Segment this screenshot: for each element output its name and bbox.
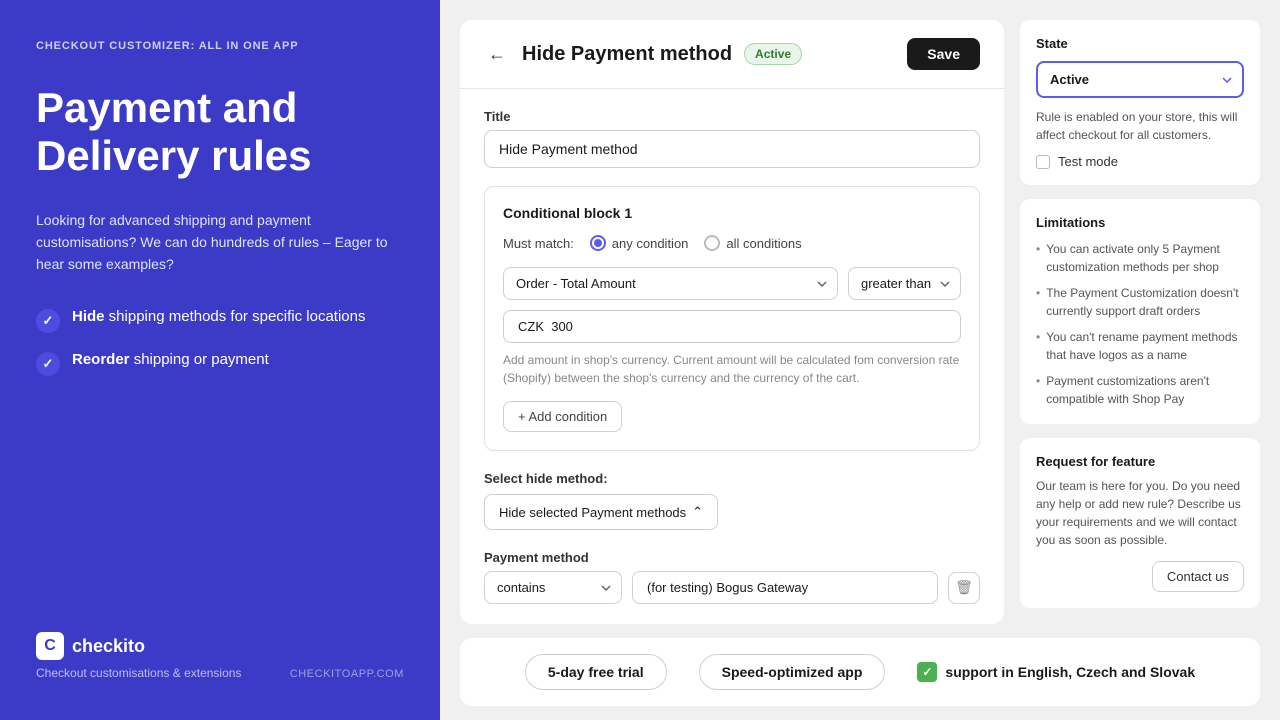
check-icon-2 — [36, 352, 60, 376]
any-condition-label: any condition — [612, 236, 689, 251]
hide-method-value: Hide selected Payment methods — [499, 505, 686, 520]
sidebar: CHECKOUT CUSTOMIZER: ALL IN ONE APP Paym… — [0, 0, 440, 720]
amount-hint: Add amount in shop's currency. Current a… — [503, 351, 961, 387]
sidebar-description: Looking for advanced shipping and paymen… — [36, 209, 404, 276]
form-panel: ← Hide Payment method Active Save Title … — [460, 20, 1004, 624]
main-content: ← Hide Payment method Active Save Title … — [440, 0, 1280, 720]
amount-input[interactable] — [503, 310, 961, 343]
form-header: ← Hide Payment method Active Save — [460, 20, 1004, 89]
state-title: State — [1036, 36, 1244, 51]
limitation-item-3: You can't rename payment methods that ha… — [1036, 328, 1244, 364]
right-panel: State Active Inactive Rule is enabled on… — [1020, 20, 1260, 624]
any-condition-radio[interactable] — [590, 235, 606, 251]
payment-method-input[interactable] — [632, 571, 938, 604]
add-payment-method-button[interactable]: + Add Payment method — [484, 614, 980, 624]
must-match-row: Must match: any condition all conditions — [503, 235, 961, 251]
limitations-card: Limitations You can activate only 5 Paym… — [1020, 199, 1260, 424]
app-name: CHECKOUT CUSTOMIZER: ALL IN ONE APP — [36, 40, 404, 52]
amount-input-row — [503, 310, 961, 343]
test-mode-checkbox[interactable] — [1036, 155, 1050, 169]
request-title: Request for feature — [1036, 454, 1244, 469]
limitation-item-4: Payment customizations aren't compatible… — [1036, 372, 1244, 408]
all-conditions-radio[interactable] — [704, 235, 720, 251]
limitations-title: Limitations — [1036, 215, 1244, 230]
state-card: State Active Inactive Rule is enabled on… — [1020, 20, 1260, 185]
feature-item-reorder: Reorder shipping or payment — [36, 351, 404, 376]
limitation-item-2: The Payment Customization doesn't curren… — [1036, 284, 1244, 320]
form-body: Title Conditional block 1 Must match: an… — [460, 89, 1004, 624]
payment-method-label: Payment method — [484, 550, 980, 565]
speed-pill: Speed-optimized app — [699, 654, 886, 690]
payment-method-row: contains does not contain 🗑 — [484, 571, 980, 604]
check-icon-1 — [36, 309, 60, 333]
add-condition-label: + Add condition — [518, 409, 607, 424]
conditional-block: Conditional block 1 Must match: any cond… — [484, 186, 980, 451]
limitation-item-1: You can activate only 5 Payment customiz… — [1036, 240, 1244, 276]
state-select[interactable]: Active Inactive — [1036, 61, 1244, 98]
logo: C checkito — [36, 632, 404, 660]
contains-select[interactable]: contains does not contain — [484, 571, 622, 604]
condition-operator-select[interactable]: greater than less than equal to — [848, 267, 961, 300]
title-label: Title — [484, 109, 980, 124]
test-mode-label: Test mode — [1058, 154, 1118, 169]
title-field-group: Title — [484, 109, 980, 168]
contact-us-button[interactable]: Contact us — [1152, 561, 1244, 592]
feature-item-hide: Hide shipping methods for specific locat… — [36, 308, 404, 333]
content-area: ← Hide Payment method Active Save Title … — [440, 0, 1280, 624]
bottom-bar: 5-day free trial Speed-optimized app ✓ s… — [460, 638, 1260, 706]
support-label: support in English, Czech and Slovak — [945, 664, 1195, 680]
request-text: Our team is here for you. Do you need an… — [1036, 477, 1244, 549]
sidebar-title: Payment and Delivery rules — [36, 84, 404, 181]
save-button[interactable]: Save — [907, 38, 980, 70]
state-hint: Rule is enabled on your store, this will… — [1036, 108, 1244, 144]
chevron-down-icon: ⌃ — [692, 504, 703, 520]
logo-name: checkito — [72, 636, 145, 657]
feature-text-2: Reorder shipping or payment — [72, 351, 269, 368]
condition-field-select[interactable]: Order - Total Amount — [503, 267, 838, 300]
hide-method-section: Select hide method: Hide selected Paymen… — [484, 471, 980, 530]
free-trial-pill: 5-day free trial — [525, 654, 667, 690]
hide-method-dropdown[interactable]: Hide selected Payment methods ⌃ — [484, 494, 718, 530]
payment-method-section: Payment method contains does not contain… — [484, 550, 980, 624]
conditional-block-title: Conditional block 1 — [503, 205, 961, 221]
active-badge: Active — [744, 43, 802, 65]
must-match-label: Must match: — [503, 236, 574, 251]
hide-method-label: Select hide method: — [484, 471, 980, 486]
support-info: ✓ support in English, Czech and Slovak — [917, 662, 1195, 682]
all-conditions-label: all conditions — [726, 236, 801, 251]
title-input[interactable] — [484, 130, 980, 168]
add-condition-button[interactable]: + Add condition — [503, 401, 622, 432]
any-condition-option[interactable]: any condition — [590, 235, 689, 251]
sidebar-url: CHECKITOAPP.COM — [290, 668, 404, 680]
feature-text-1: Hide shipping methods for specific locat… — [72, 308, 366, 325]
delete-payment-method-button[interactable]: 🗑 — [948, 572, 980, 604]
all-conditions-option[interactable]: all conditions — [704, 235, 801, 251]
form-title: Hide Payment method — [522, 43, 732, 66]
test-mode-row: Test mode — [1036, 154, 1244, 169]
features-list: Hide shipping methods for specific locat… — [36, 308, 404, 376]
logo-letter: C — [44, 637, 56, 655]
limitations-list: You can activate only 5 Payment customiz… — [1036, 240, 1244, 408]
request-card: Request for feature Our team is here for… — [1020, 438, 1260, 608]
support-check-icon: ✓ — [917, 662, 937, 682]
logo-icon: C — [36, 632, 64, 660]
back-button[interactable]: ← — [484, 40, 510, 69]
condition-row: Order - Total Amount greater than less t… — [503, 267, 961, 300]
